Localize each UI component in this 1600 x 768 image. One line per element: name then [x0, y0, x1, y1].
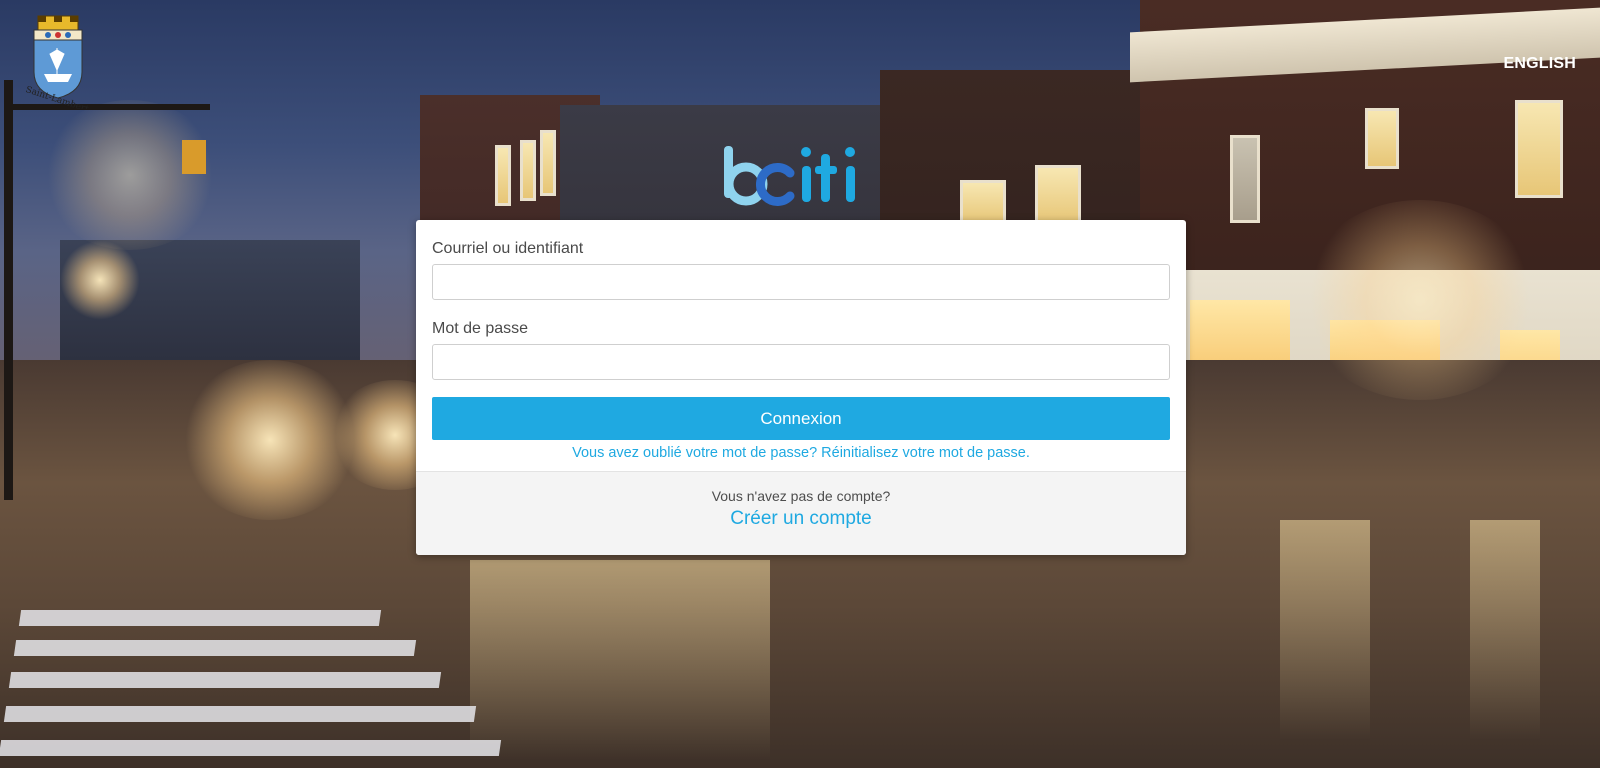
login-form: Courriel ou identifiant Mot de passe Con…: [416, 220, 1186, 470]
login-button[interactable]: Connexion: [432, 397, 1170, 440]
password-label: Mot de passe: [432, 320, 529, 337]
forgot-password-link[interactable]: Vous avez oublié votre mot de passe? Réi…: [572, 445, 1030, 461]
password-input[interactable]: [432, 344, 1170, 380]
username-input[interactable]: [432, 264, 1170, 300]
city-crest-logo: Saint-Lambert: [22, 14, 100, 115]
bciti-logo: [722, 140, 882, 212]
forgot-password-row: Vous avez oublié votre mot de passe? Réi…: [432, 444, 1170, 470]
signup-footer: Vous n'avez pas de compte? Créer un comp…: [416, 471, 1186, 555]
create-account-link[interactable]: Créer un compte: [730, 508, 872, 530]
no-account-text: Vous n'avez pas de compte?: [711, 488, 891, 504]
username-label: Courriel ou identifiant: [432, 240, 584, 257]
login-page: Saint-Lambert ENGLISH Courriel ou identi…: [0, 0, 1600, 768]
language-switch-link[interactable]: ENGLISH: [1503, 55, 1576, 73]
login-card: Courriel ou identifiant Mot de passe Con…: [416, 220, 1186, 555]
